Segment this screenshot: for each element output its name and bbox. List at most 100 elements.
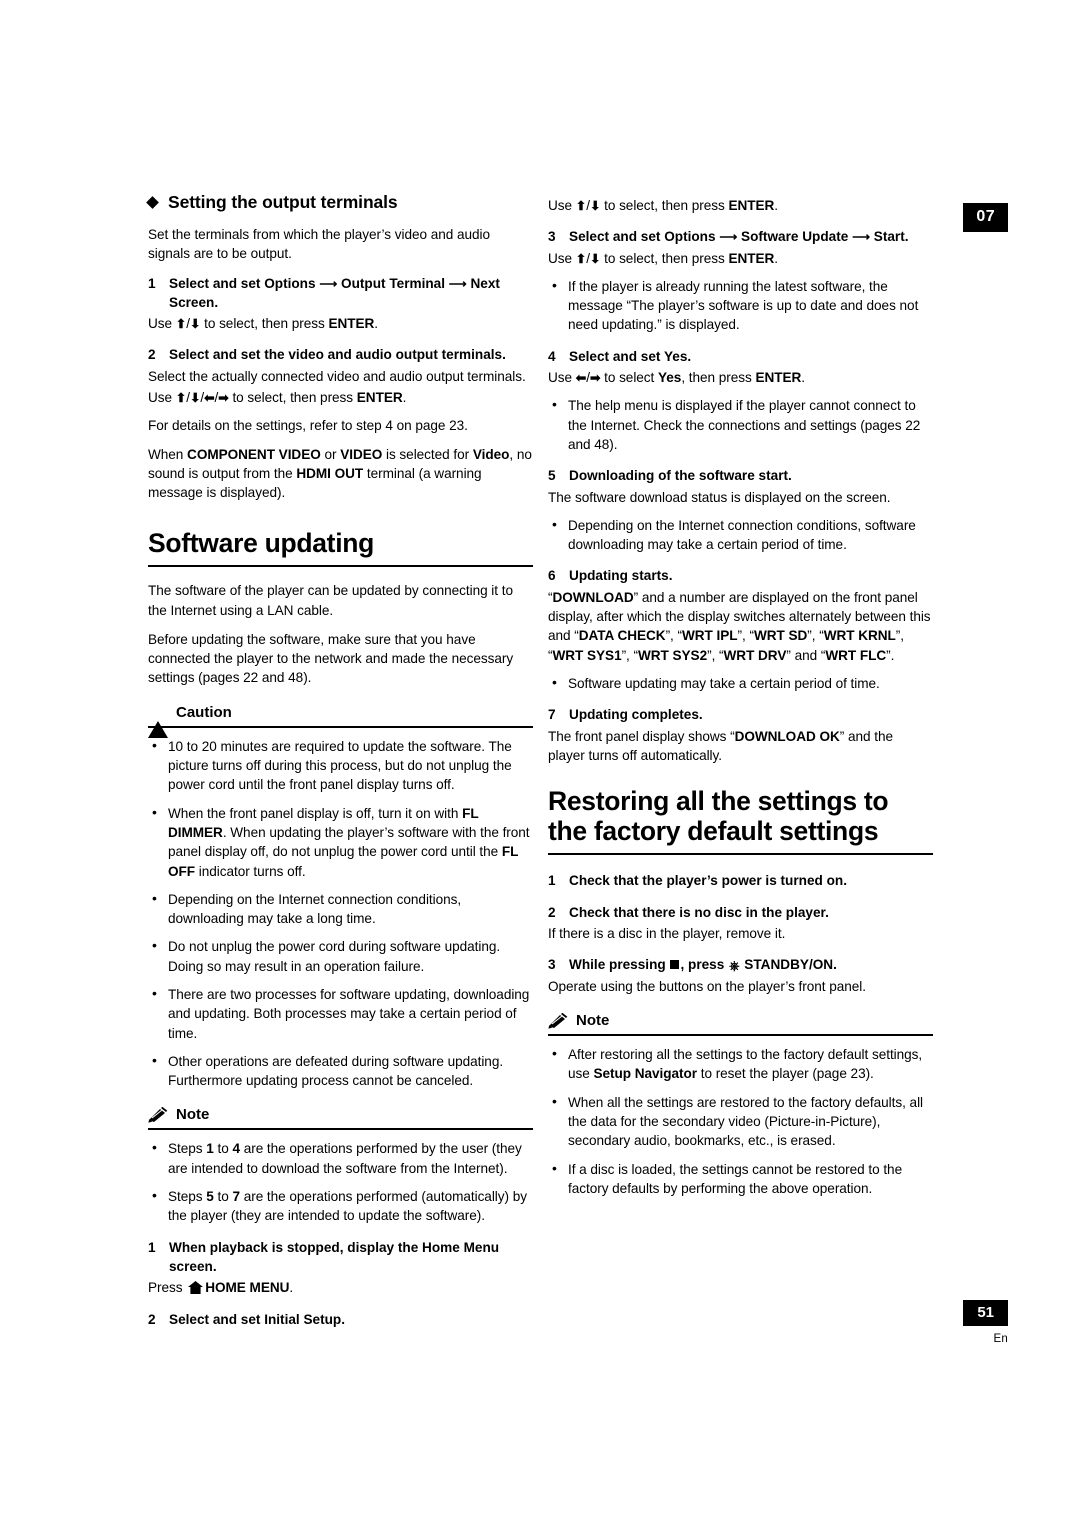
press-period: . <box>289 1280 294 1296</box>
step-5-downloading: 5 Downloading of the software start. <box>548 466 933 485</box>
step-3-use-line: Use ⬆/⬇ to select, then press ENTER. <box>548 250 778 266</box>
restore-step-3: 3 While pressing , press ⎈ STANDBY/ON. <box>548 955 933 974</box>
list-item: 10 to 20 minutes are required to update … <box>148 736 533 795</box>
list-item: Software updating may take a certain per… <box>548 673 933 693</box>
restore-step-2-number: 2 <box>548 904 556 920</box>
step-6-bullets: Software updating may take a certain per… <box>548 673 933 693</box>
step-1-home-menu: 1 When playback is stopped, display the … <box>148 1238 533 1277</box>
note-bullet-list-right: After restoring all the settings to the … <box>548 1044 933 1199</box>
list-item: There are two processes for software upd… <box>148 984 533 1043</box>
page-number-box: 51 <box>963 1300 1008 1326</box>
step-6-updating-starts: 6 Updating starts. <box>548 566 933 585</box>
right-use-enter-top: Use ⬆/⬇ to select, then press ENTER. <box>548 198 778 213</box>
diamond-bullet-icon <box>146 196 159 209</box>
step-3-software-update: 3 Select and set Options ⟶ Software Upda… <box>548 227 933 246</box>
step-4-text: Select and set Yes. <box>569 348 692 364</box>
output-terminals-intro: Set the terminals from which the player’… <box>148 227 490 262</box>
step-5-bullets: Depending on the Internet connection con… <box>548 515 933 555</box>
restore-step-3-body: Operate using the buttons on the player’… <box>548 978 866 994</box>
list-item: The help menu is displayed if the player… <box>548 395 933 454</box>
step-6-body: “DOWNLOAD” and a number are displayed on… <box>548 589 931 663</box>
step-7-body: The front panel display shows “DOWNLOAD … <box>548 728 893 763</box>
home-menu-icon <box>188 1281 204 1295</box>
list-item: If the player is already running the lat… <box>548 276 933 335</box>
list-item: Other operations are defeated during sof… <box>148 1051 533 1091</box>
step-2-body: Select the actually connected video and … <box>148 368 526 384</box>
section-heading-text: Setting the output terminals <box>168 192 398 212</box>
note-header-right: Note <box>548 1012 933 1037</box>
restore-step-1: 1 Check that the player’s power is turne… <box>548 871 933 890</box>
step-3-bullets: If the player is already running the lat… <box>548 276 933 335</box>
restore-step-3-text: While pressing , press ⎈ STANDBY/ON. <box>569 955 933 974</box>
software-updating-p1: The software of the player can be update… <box>148 583 513 618</box>
step-6-number: 6 <box>548 568 556 584</box>
list-item: Depending on the Internet connection con… <box>148 889 533 929</box>
note-bullet-list-left: Steps 1 to 4 are the operations performe… <box>148 1138 533 1226</box>
step-4-number: 4 <box>548 348 556 364</box>
standby-power-icon: ⎈ <box>729 958 740 974</box>
step-1-home-press-line: Press HOME MENU. <box>148 1278 533 1297</box>
press-word: Press <box>148 1280 183 1296</box>
caution-icon: ! <box>148 703 168 738</box>
step-5-number: 5 <box>548 468 556 484</box>
restore-step-1-text: Check that the player’s power is turned … <box>569 873 847 889</box>
list-item: Steps 5 to 7 are the operations performe… <box>148 1186 533 1226</box>
left-column: Setting the output terminals Set the ter… <box>146 192 533 1331</box>
list-item: When all the settings are restored to th… <box>548 1092 933 1151</box>
step-2-initial-text: Select and set Initial Setup. <box>169 1311 346 1327</box>
step-4-bullets: The help menu is displayed if the player… <box>548 395 933 454</box>
step-4-select-yes: 4 Select and set Yes. <box>548 347 933 366</box>
step-6-text: Updating starts. <box>569 568 673 584</box>
list-item: Depending on the Internet connection con… <box>548 515 933 555</box>
step-7-text: Updating completes. <box>569 707 703 723</box>
step-2-use-line: Use ⬆/⬇/⬅/➡ to select, then press ENTER. <box>148 390 407 406</box>
step-2-initial-number: 2 <box>148 1311 156 1327</box>
restore-step-2-body: If there is a disc in the player, remove… <box>548 926 786 942</box>
step-1-home-number: 1 <box>148 1239 156 1255</box>
step-1-home-text: When playback is stopped, display the Ho… <box>169 1239 500 1274</box>
restore-step-2: 2 Check that there is no disc in the pla… <box>548 903 933 922</box>
caution-label: Caution <box>176 703 232 721</box>
step-3-text: Select and set Options ⟶ Software Update… <box>569 229 909 245</box>
list-item: If a disc is loaded, the settings cannot… <box>548 1159 933 1199</box>
note-label: Note <box>176 1106 210 1124</box>
section-heading-output-terminals: Setting the output terminals <box>146 192 533 213</box>
note-box-right: Note After restoring all the settings to… <box>548 1012 933 1198</box>
step-5-body: The software download status is displaye… <box>548 489 891 505</box>
step-7-number: 7 <box>548 707 556 723</box>
note-header: Note <box>148 1106 533 1131</box>
caution-bullet-list: 10 to 20 minutes are required to update … <box>148 736 533 1091</box>
step-4-use-line: Use ⬅/➡ to select Yes, then press ENTER. <box>548 370 806 386</box>
right-column: Use ⬆/⬇ to select, then press ENTER. 3 S… <box>548 192 933 1207</box>
caution-header: ! Caution <box>148 703 533 738</box>
note-label: Note <box>576 1012 610 1030</box>
software-updating-p2: Before updating the software, make sure … <box>148 631 514 686</box>
list-item: Do not unplug the power cord during soft… <box>148 936 533 976</box>
step-2-component-note: When COMPONENT VIDEO or VIDEO is selecte… <box>148 446 532 501</box>
step-2-video-audio-output: 2 Select and set the video and audio out… <box>148 345 533 364</box>
heading-restoring-factory-defaults: Restoring all the settings to the factor… <box>548 786 933 856</box>
manual-page: 07 Setting the output terminals Set the … <box>0 0 1080 1527</box>
list-item: After restoring all the settings to the … <box>548 1044 933 1084</box>
step-1-use-line: Use ⬆/⬇ to select, then press ENTER. <box>148 316 378 332</box>
step-5-text: Downloading of the software start. <box>569 468 792 484</box>
stop-icon <box>670 960 680 970</box>
step-1-number: 1 <box>148 275 156 291</box>
step-1-text: Select and set Options ⟶ Output Terminal… <box>169 275 500 310</box>
step-7-updating-completes: 7 Updating completes. <box>548 705 933 724</box>
page-language-label: En <box>993 1333 1008 1345</box>
chapter-tab: 07 <box>963 203 1008 232</box>
restore-step-1-number: 1 <box>548 873 556 889</box>
step-1-output-terminal: 1 Select and set Options ⟶ Output Termin… <box>148 274 533 313</box>
restore-step-2-text: Check that there is no disc in the playe… <box>569 904 829 920</box>
restore-step-3-number: 3 <box>548 957 556 973</box>
heading-software-updating: Software updating <box>148 528 533 568</box>
step-2-text: Select and set the video and audio outpu… <box>169 347 506 363</box>
caution-box: ! Caution 10 to 20 minutes are required … <box>148 703 533 1091</box>
list-item: Steps 1 to 4 are the operations performe… <box>148 1138 533 1178</box>
step-2-number: 2 <box>148 347 156 363</box>
home-menu-label: HOME MENU <box>205 1280 290 1296</box>
note-box-left: Note Steps 1 to 4 are the operations per… <box>148 1106 533 1225</box>
note-icon <box>548 1012 568 1029</box>
step-2-initial-setup: 2 Select and set Initial Setup. <box>148 1310 533 1329</box>
